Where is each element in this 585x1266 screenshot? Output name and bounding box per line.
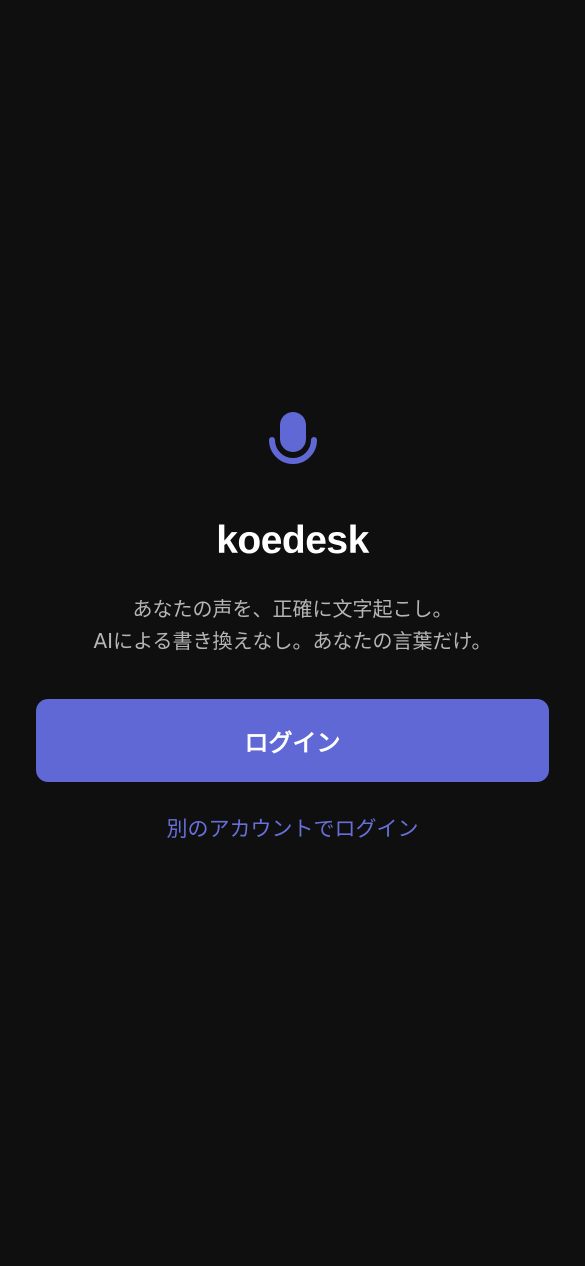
tagline-line-1: あなたの声を、正確に文字起こし。 <box>132 597 453 621</box>
tagline-line-2: AIによる書き換えなし。あなたの言葉だけ。 <box>93 629 492 653</box>
login-button[interactable]: ログイン <box>36 699 549 782</box>
app-title: koedesk <box>216 519 369 562</box>
microphone-icon <box>269 412 317 464</box>
alternate-account-login-link[interactable]: 別のアカウントでログイン <box>0 812 585 846</box>
login-screen: koedesk あなたの声を、正確に文字起こし。 AIによる書き換えなし。あなた… <box>0 0 585 1266</box>
